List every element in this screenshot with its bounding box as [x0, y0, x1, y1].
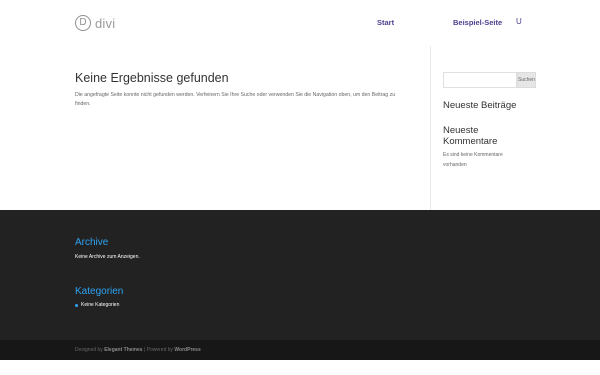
site-footer: Archive Keine Archive zum Anzeigen. Kate…	[0, 210, 600, 340]
footer-credits: Designed by Elegant Themes | Powered by …	[75, 347, 201, 353]
sidebar: Suchen Neueste Beiträge Neueste Kommenta…	[443, 72, 536, 170]
credits-prefix: Designed by	[75, 347, 105, 353]
content: Keine Ergebnisse gefunden Die angefragte…	[75, 71, 405, 109]
sidebar-search: Suchen	[443, 72, 536, 88]
footer-categories-item: Keine Kategorien	[75, 302, 119, 308]
logo-text: divi	[95, 15, 116, 31]
recent-comments-text: Es sind keine Kommentare vorhanden	[443, 152, 503, 168]
footer-archive-text: Keine Archive zum Anzeigen.	[75, 254, 140, 260]
recent-posts-title: Neueste Beiträge	[443, 100, 517, 111]
footer-categories-text: Keine Kategorien	[81, 302, 120, 308]
footer-bottom-bar: Designed by Elegant Themes | Powered by …	[0, 340, 600, 360]
credits-wordpress-link[interactable]: WordPress	[174, 347, 200, 353]
search-icon[interactable]: U	[516, 17, 522, 26]
main-content-area: Keine Ergebnisse gefunden Die angefragte…	[0, 46, 600, 210]
nav-item-start[interactable]: Start	[377, 18, 394, 27]
logo[interactable]: D divi	[75, 13, 115, 33]
footer-archive-title: Archive	[75, 237, 109, 248]
bullet-icon	[75, 303, 78, 307]
page-title: Keine Ergebnisse gefunden	[75, 71, 229, 85]
search-button[interactable]: Suchen	[517, 72, 536, 88]
footer-categories-title: Kategorien	[75, 286, 124, 297]
recent-comments-title: Neueste Kommentare	[443, 125, 498, 147]
credits-theme-link[interactable]: Elegant Themes	[104, 347, 142, 353]
logo-mark: D	[75, 15, 91, 31]
credits-mid: | Powered by	[142, 347, 175, 353]
no-results-message: Die angefragte Seite konnte nicht gefund…	[75, 92, 396, 107]
nav-item-beispiel-seite[interactable]: Beispiel-Seite	[453, 18, 502, 27]
search-input[interactable]	[443, 72, 517, 88]
site-header: D divi Start Beispiel-Seite U	[0, 0, 600, 46]
page-bottom-blank	[0, 360, 600, 375]
sidebar-divider	[430, 46, 431, 210]
